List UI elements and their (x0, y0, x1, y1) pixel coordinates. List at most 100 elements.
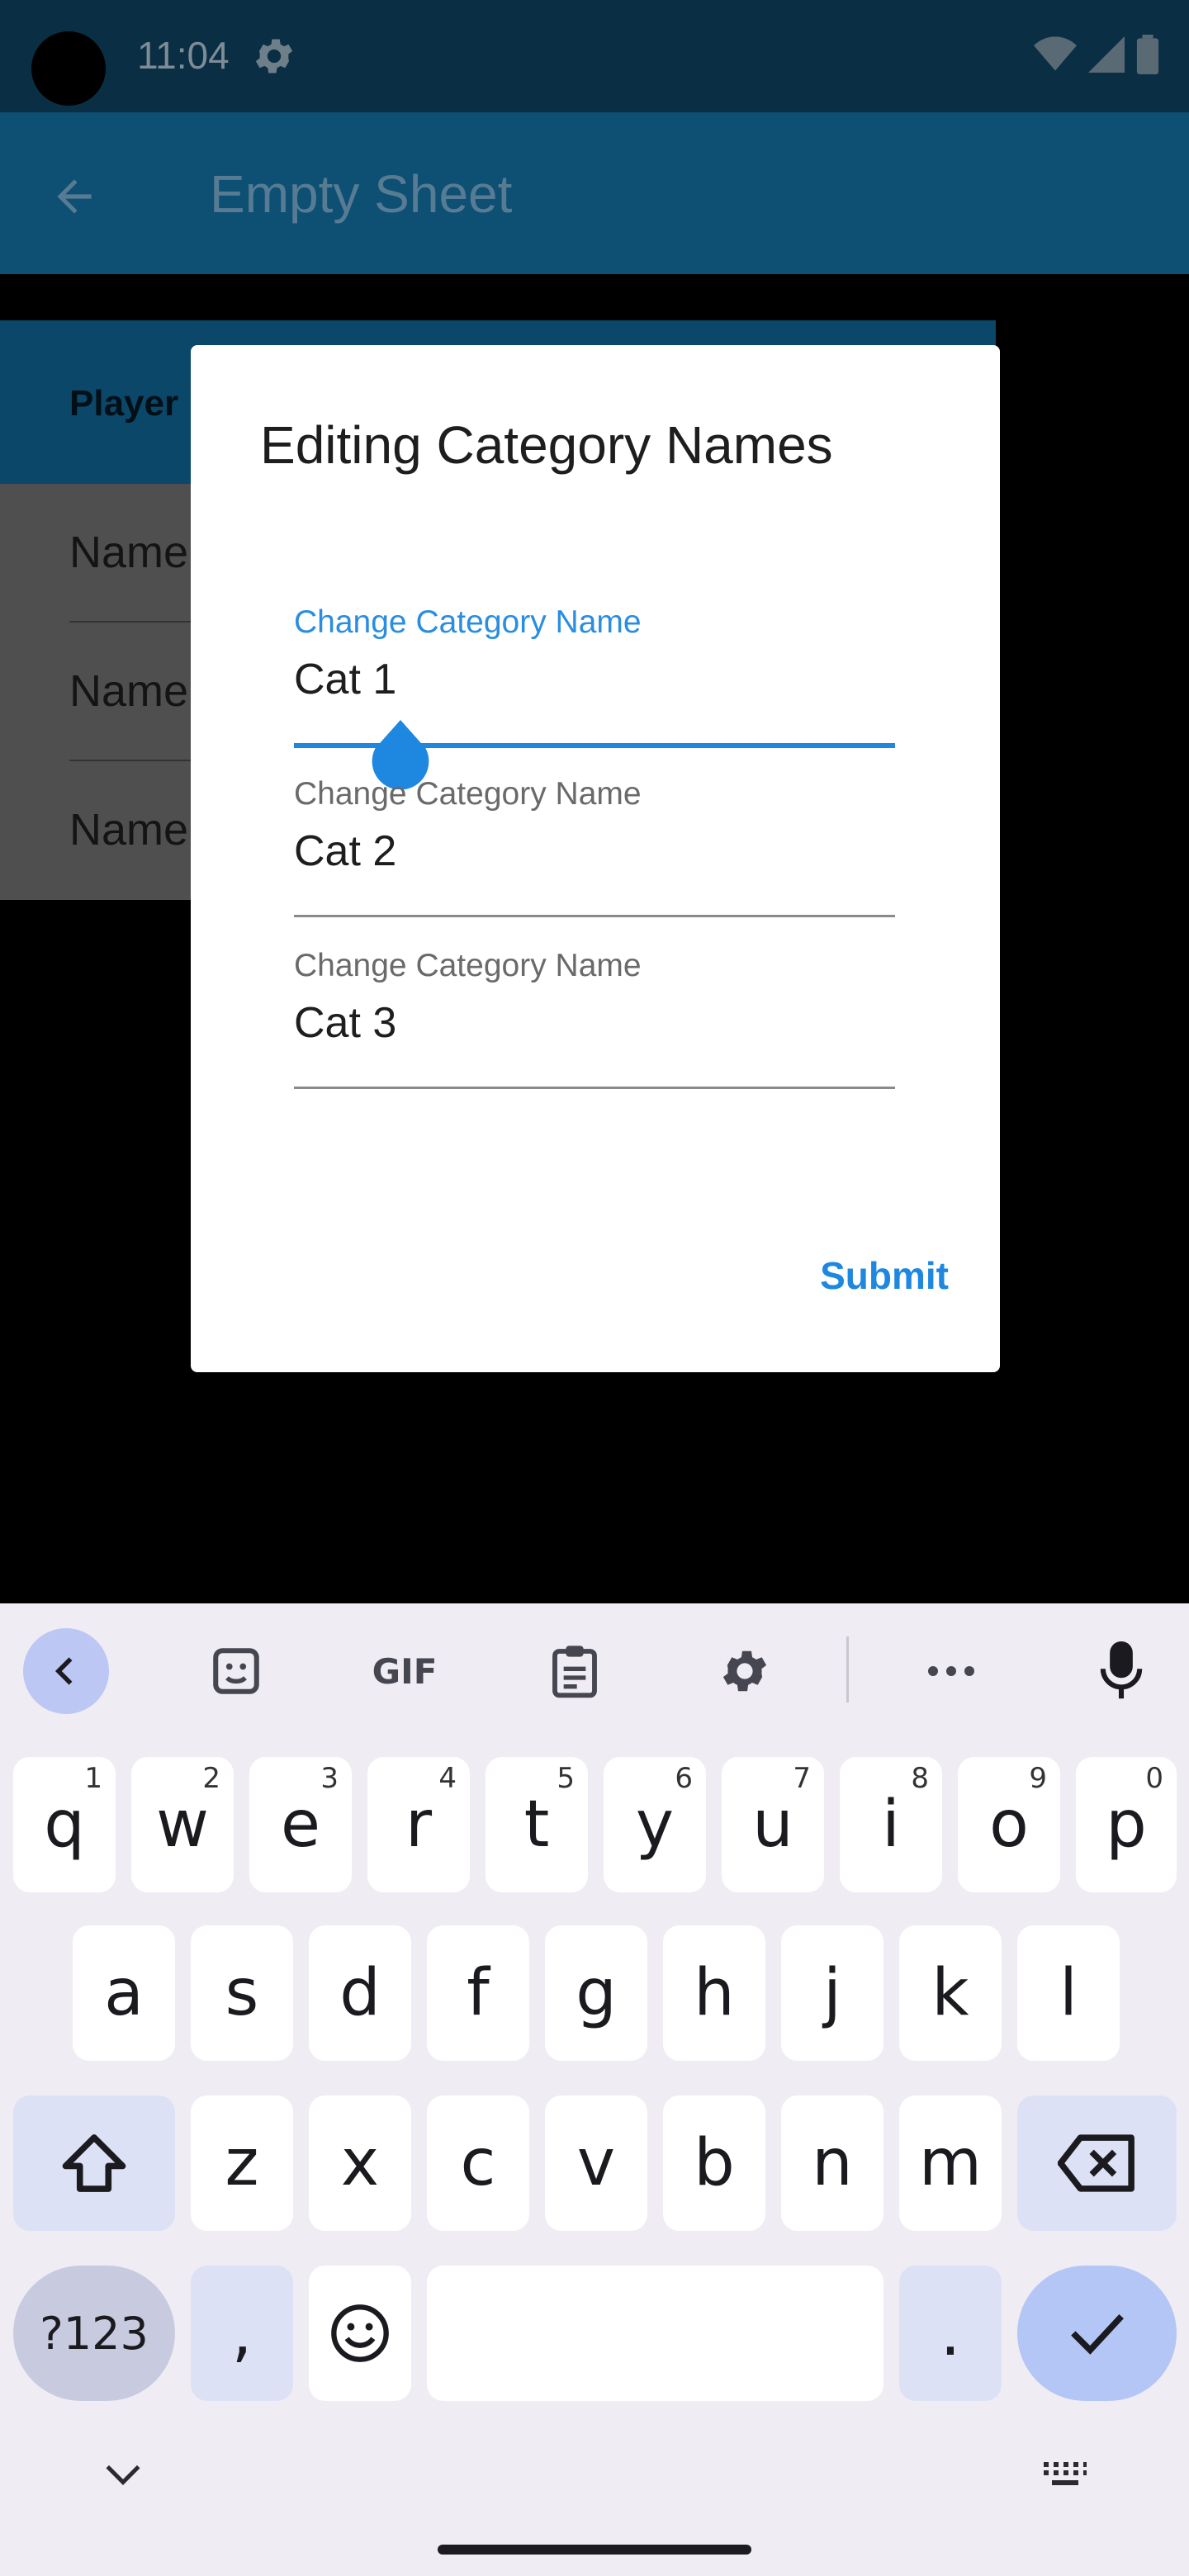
key-p[interactable]: p0 (1076, 1757, 1177, 1892)
hide-keyboard-chevron-icon[interactable] (102, 2459, 144, 2488)
key-f[interactable]: f (427, 1925, 529, 2061)
navigation-area (0, 2437, 1189, 2576)
category-name-input-1[interactable] (294, 651, 895, 708)
space-key[interactable] (427, 2266, 883, 2401)
key-g[interactable]: g (545, 1925, 647, 2061)
dialog-title: Editing Category Names (260, 415, 833, 475)
comma-key[interactable]: , (191, 2266, 293, 2401)
category-name-field-1[interactable]: Change Category Name (294, 604, 895, 789)
key-k[interactable]: k (899, 1925, 1002, 2061)
category-name-field-3[interactable]: Change Category Name (294, 948, 895, 1113)
key-label: f (467, 1956, 490, 2030)
table-header-label: Player (69, 383, 179, 424)
key-label: w (156, 1788, 209, 1862)
symbols-key[interactable]: ?123 (13, 2266, 175, 2401)
key-label: a (104, 1956, 144, 2030)
key-hint: 4 (438, 1762, 457, 1795)
field-underline (294, 1087, 895, 1089)
keyboard-toolbar: GIF (0, 1603, 1189, 1719)
field-label: Change Category Name (294, 776, 642, 812)
key-h[interactable]: h (663, 1925, 765, 2061)
signal-icon (1088, 36, 1125, 73)
more-button[interactable] (908, 1628, 994, 1714)
row-label: Name (69, 805, 189, 855)
gif-button[interactable]: GIF (362, 1628, 448, 1714)
keyboard-settings-button[interactable] (702, 1628, 788, 1714)
back-button[interactable] (33, 155, 116, 238)
key-s[interactable]: s (191, 1925, 293, 2061)
chevron-left-icon (54, 1657, 73, 1685)
key-label: , (231, 2296, 253, 2370)
sticker-button[interactable] (193, 1628, 279, 1714)
key-z[interactable]: z (191, 2095, 293, 2231)
category-name-input-2[interactable] (294, 822, 895, 880)
category-name-input-3[interactable] (294, 994, 895, 1052)
key-c[interactable]: c (427, 2095, 529, 2231)
key-label: ?123 (40, 2307, 149, 2360)
battery-icon (1136, 35, 1159, 74)
sticker-icon (213, 1648, 259, 1694)
submit-button[interactable]: Submit (820, 1245, 949, 1306)
key-j[interactable]: j (781, 1925, 883, 2061)
shift-icon (62, 2134, 126, 2192)
period-key[interactable]: . (899, 2266, 1002, 2401)
key-u[interactable]: u7 (722, 1757, 824, 1892)
key-label: b (694, 2126, 735, 2200)
key-q[interactable]: q1 (13, 1757, 116, 1892)
key-hint: 0 (1145, 1762, 1163, 1795)
key-label: . (940, 2296, 961, 2370)
voice-input-button[interactable] (1078, 1628, 1164, 1714)
key-v[interactable]: v (545, 2095, 647, 2231)
key-hint: 2 (202, 1762, 220, 1795)
row-label: Name (69, 666, 189, 716)
field-label: Change Category Name (294, 604, 642, 640)
key-label: g (576, 1956, 617, 2030)
enter-key[interactable] (1017, 2266, 1177, 2401)
wifi-icon (1034, 36, 1077, 71)
microphone-icon (1100, 1641, 1143, 1699)
key-x[interactable]: x (309, 2095, 411, 2231)
key-hint: 9 (1029, 1762, 1047, 1795)
clipboard-button[interactable] (532, 1628, 618, 1714)
key-b[interactable]: b (663, 2095, 765, 2231)
status-time: 11:04 (137, 34, 230, 77)
key-label: l (1059, 1956, 1078, 2030)
shift-key[interactable] (13, 2095, 175, 2231)
key-l[interactable]: l (1017, 1925, 1120, 2061)
key-label: x (340, 2126, 380, 2200)
key-label: n (812, 2126, 853, 2200)
category-name-field-2[interactable]: Change Category Name (294, 776, 895, 941)
field-label: Change Category Name (294, 948, 642, 983)
key-label: z (225, 2126, 259, 2200)
key-o[interactable]: o9 (958, 1757, 1060, 1892)
keyboard-switch-icon[interactable] (1042, 2460, 1088, 2487)
key-e[interactable]: e3 (249, 1757, 352, 1892)
key-t[interactable]: t5 (486, 1757, 588, 1892)
key-hint: 6 (675, 1762, 693, 1795)
key-r[interactable]: r4 (367, 1757, 470, 1892)
emoji-key[interactable] (309, 2266, 411, 2401)
key-y[interactable]: y6 (604, 1757, 706, 1892)
key-hint: 8 (911, 1762, 929, 1795)
key-w[interactable]: w2 (131, 1757, 234, 1892)
key-a[interactable]: a (73, 1925, 175, 2061)
page-title: Empty Sheet (210, 164, 513, 224)
app-bar: Empty Sheet (0, 112, 1189, 274)
key-label: c (460, 2126, 496, 2200)
key-hint: 5 (557, 1762, 575, 1795)
key-i[interactable]: i8 (840, 1757, 942, 1892)
field-underline (294, 915, 895, 917)
backspace-icon (1057, 2134, 1135, 2192)
checkmark-icon (1070, 2314, 1124, 2355)
key-hint: 3 (320, 1762, 339, 1795)
backspace-key[interactable] (1017, 2095, 1177, 2231)
key-label: r (405, 1788, 433, 1862)
key-hint: 7 (793, 1762, 811, 1795)
key-d[interactable]: d (309, 1925, 411, 2061)
keyboard-back-button[interactable] (23, 1628, 109, 1714)
key-n[interactable]: n (781, 2095, 883, 2231)
key-m[interactable]: m (899, 2095, 1002, 2231)
gesture-handle[interactable] (438, 2545, 751, 2555)
key-label: j (823, 1956, 841, 2030)
key-label: y (635, 1788, 675, 1862)
